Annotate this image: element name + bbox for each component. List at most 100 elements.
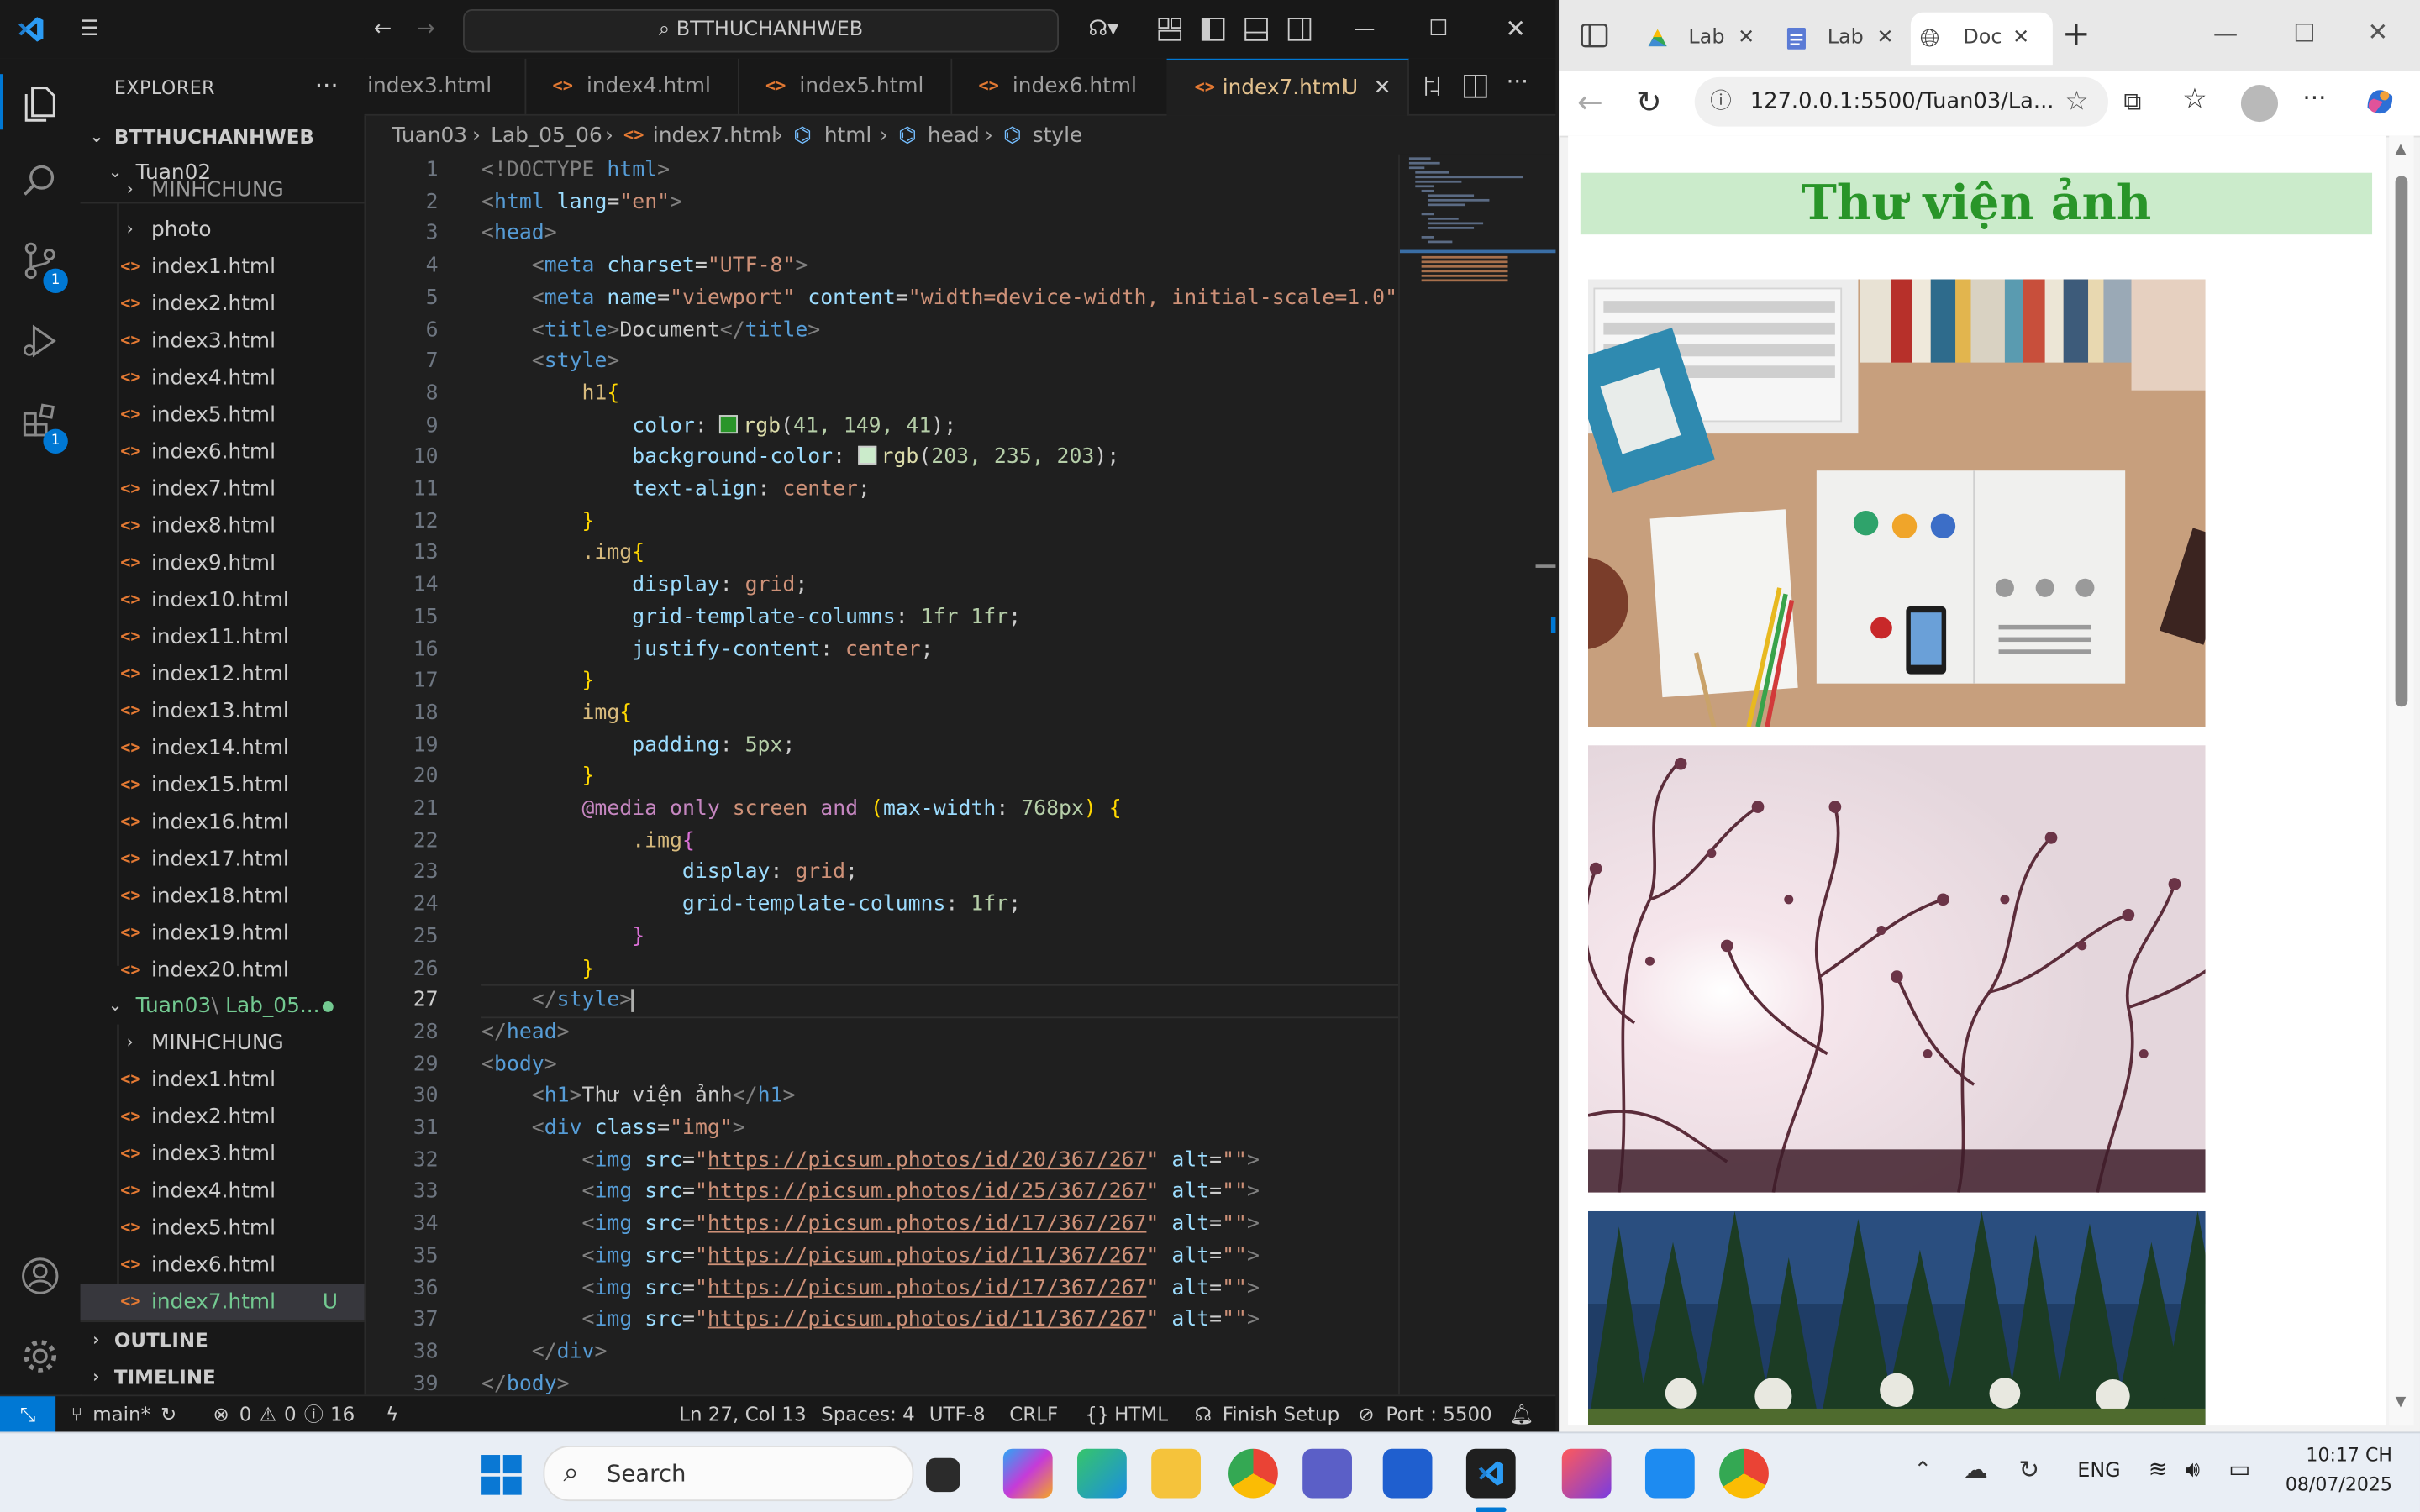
new-tab-icon[interactable]: +	[2062, 15, 2091, 54]
close-icon[interactable]: ✕	[2368, 17, 2389, 46]
favorite-star-icon[interactable]: ☆	[2065, 77, 2089, 127]
remote-indicator[interactable]: ⤡	[0, 1396, 56, 1432]
file-item[interactable]: <> index18.html	[81, 878, 365, 915]
file-item[interactable]: <> index15.html	[81, 767, 365, 804]
breadcrumb-item[interactable]: Lab_05_06	[491, 118, 602, 155]
back-arrow-icon[interactable]: ←	[1577, 83, 1603, 120]
file-item[interactable]: <> index14.html	[81, 730, 365, 767]
file-item[interactable]: <> index7.html	[81, 470, 365, 507]
close-icon[interactable]: ✕	[1500, 14, 1531, 45]
file-item[interactable]: <> index19.html	[81, 915, 365, 952]
language-mode[interactable]: HTML	[1114, 1396, 1168, 1431]
line-ending[interactable]: CRLF	[1009, 1396, 1058, 1431]
file-item[interactable]: <> index2.html	[81, 1099, 365, 1136]
file-item[interactable]: <> index3.html	[81, 323, 365, 360]
edge-icon[interactable]	[1077, 1448, 1127, 1499]
more-actions-icon[interactable]: ···	[315, 71, 339, 100]
folder-minhchung-partial[interactable]: › MINHCHUNG	[81, 179, 365, 201]
chrome-profile-icon[interactable]	[1719, 1448, 1769, 1499]
close-tab-icon[interactable]: ✕	[1374, 60, 1392, 116]
timeline-section[interactable]: › TIMELINE	[81, 1359, 365, 1394]
menu-icon[interactable]: ☰	[74, 14, 105, 45]
extension-puzzle-icon[interactable]: ⧉	[2123, 87, 2141, 118]
warning-count[interactable]: 0	[284, 1396, 297, 1431]
scroll-up-arrow-icon[interactable]: ▲	[2396, 142, 2407, 157]
minimize-icon[interactable]: —	[1349, 14, 1380, 45]
finish-setup[interactable]: Finish Setup	[1223, 1396, 1340, 1431]
maximize-icon[interactable]: ☐	[1423, 14, 1454, 45]
layout-customize-icon[interactable]	[1158, 17, 1182, 41]
file-item[interactable]: <> index12.html	[81, 656, 365, 693]
search-activity[interactable]	[0, 142, 81, 216]
split-editor-icon[interactable]	[1463, 74, 1487, 98]
browser-tab-active[interactable]: 🌐︎ Doc ✕	[1910, 12, 2053, 66]
favorites-icon[interactable]: ☆	[2182, 83, 2207, 116]
file-explorer-icon[interactable]	[1151, 1448, 1201, 1499]
editor-more-icon[interactable]: ···	[1507, 68, 1528, 96]
source-control-activity[interactable]: 1	[0, 222, 81, 296]
code-editor[interactable]: 1 2 3 4 5 6 7 8 9 10 11 12 13 14 15 16 17 18 19 20 21 22 23 24 2…	[364, 155, 1399, 1394]
browser-tab-2[interactable]: Lab ✕	[1778, 13, 1905, 65]
forward-arrow-icon[interactable]: →	[411, 14, 442, 45]
file-active[interactable]: <> index7.html U	[80, 1284, 365, 1321]
input-language[interactable]: ENG	[2077, 1460, 2120, 1483]
tab-index6[interactable]: <> index6.html	[950, 58, 1169, 114]
encoding[interactable]: UTF-8	[929, 1396, 986, 1431]
chevron-up-icon[interactable]: ⌃	[1914, 1458, 1933, 1483]
chrome-icon[interactable]	[1228, 1448, 1278, 1499]
battery-icon[interactable]: ▭	[2228, 1455, 2250, 1483]
minimap[interactable]	[1398, 154, 1556, 1395]
copilot-icon[interactable]: ☊▾	[1077, 14, 1129, 45]
onedrive-icon[interactable]: ☁	[1963, 1455, 1987, 1484]
tab-index5[interactable]: <> index5.html	[738, 58, 953, 114]
address-bar[interactable]: ⓘ 127.0.0.1:5500/Tuan03/La... ☆	[1694, 76, 2108, 127]
live-server-port[interactable]: Port : 5500	[1386, 1396, 1491, 1431]
branch-name[interactable]: main*	[92, 1396, 150, 1431]
compare-changes-icon[interactable]	[1420, 74, 1444, 98]
color-swatch[interactable]	[719, 414, 739, 433]
refresh-icon[interactable]: ↻	[1636, 83, 1662, 120]
file-item[interactable]: <> index1.html	[81, 249, 365, 286]
more-menu-icon[interactable]: ···	[2302, 83, 2326, 113]
copilot-icon[interactable]	[2361, 83, 2398, 120]
task-view-icon[interactable]	[926, 1457, 960, 1493]
explorer-activity[interactable]	[0, 65, 81, 139]
start-icon[interactable]	[481, 1455, 522, 1495]
lightning-icon[interactable]: ϟ	[386, 1396, 398, 1431]
clock-time[interactable]: 10:17 CH	[2300, 1444, 2392, 1466]
color-swatch[interactable]	[857, 446, 877, 465]
breadcrumb-item[interactable]: head	[928, 118, 980, 155]
toggle-secondary-sidebar-icon[interactable]	[1287, 17, 1312, 41]
toggle-panel-icon[interactable]	[1244, 17, 1268, 41]
file-item[interactable]: <> index2.html	[81, 286, 365, 323]
tab-index3[interactable]: index3.html	[364, 58, 527, 114]
back-arrow-icon[interactable]: ←	[367, 14, 398, 45]
info-count[interactable]: 16	[330, 1396, 355, 1431]
folder-photo[interactable]: › photo	[81, 212, 365, 249]
url-link[interactable]: https://picsum.photos/id/17/367/267	[708, 1211, 1147, 1236]
file-item[interactable]: <> index8.html	[81, 507, 365, 544]
wifi-icon[interactable]: ≋	[2149, 1455, 2168, 1483]
teams-icon[interactable]	[1302, 1448, 1352, 1499]
app-icon[interactable]	[1561, 1448, 1612, 1499]
close-tab-icon[interactable]: ✕	[1876, 13, 1893, 65]
taskbar-search[interactable]: ⌕ Search	[543, 1446, 914, 1502]
page-scrollbar[interactable]: ▲ ▼	[2389, 135, 2414, 1426]
tab-index4[interactable]: <> index4.html	[524, 58, 739, 114]
file-item[interactable]: <> index5.html	[81, 396, 365, 433]
breadcrumb-item[interactable]: html	[824, 118, 872, 155]
run-debug-activity[interactable]	[0, 302, 81, 376]
url-link[interactable]: https://picsum.photos/id/11/367/267	[708, 1307, 1147, 1331]
close-tab-icon[interactable]: ✕	[1738, 13, 1754, 65]
scroll-down-arrow-icon[interactable]: ▼	[2396, 1394, 2407, 1410]
file-item[interactable]: <> index4.html	[81, 360, 365, 396]
azure-icon[interactable]	[1382, 1448, 1433, 1499]
profile-avatar[interactable]	[2240, 85, 2279, 123]
file-item[interactable]: <> index10.html	[81, 581, 365, 618]
file-item[interactable]: <> index17.html	[81, 841, 365, 878]
breadcrumb-item[interactable]: Tuan03	[392, 118, 468, 155]
file-item[interactable]: <> index6.html	[81, 433, 365, 470]
vscode-taskbar-icon[interactable]	[1465, 1448, 1516, 1499]
file-item[interactable]: <> index9.html	[81, 544, 365, 581]
sync-icon[interactable]: ↻	[160, 1396, 176, 1431]
